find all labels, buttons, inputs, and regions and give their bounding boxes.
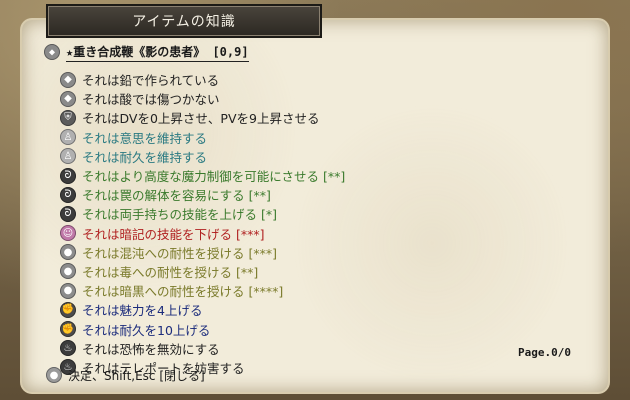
property-text: それは暗黒への耐性を授ける [****]	[82, 284, 284, 300]
property-row[interactable]: ✊ それは魅力を4上げる	[60, 300, 560, 319]
property-row[interactable]: ☺ それは暗記の技能を下げる [***]	[60, 224, 560, 243]
swirl-icon: ᘐ	[60, 167, 76, 184]
property-text: それは酸では傷つかない	[82, 92, 220, 108]
property-text: それは意思を維持する	[82, 130, 208, 146]
fist-icon: ✊	[60, 321, 76, 338]
property-row[interactable]: ⛨ それはDVを0上昇させ、PVを9上昇させる	[60, 108, 560, 127]
diamond-gray-icon: ◆	[44, 44, 60, 60]
property-text: それは耐久を10上げる	[82, 322, 211, 338]
property-row[interactable]: ● それは混沌への耐性を授ける [***]	[60, 243, 560, 262]
property-row[interactable]: ᘐ それは両手持ちの技能を上げる [*]	[60, 204, 560, 223]
property-text: それは暗記の技能を下げる [***]	[82, 226, 265, 242]
property-text: それは混沌への耐性を授ける [***]	[82, 245, 277, 261]
footer-hint-text: 決定、Shift,Esc [閉じる]	[68, 368, 205, 383]
bell-icon: ♙	[60, 148, 76, 165]
orb-gray-icon: ●	[60, 282, 76, 299]
hint-icon: ●	[46, 367, 62, 383]
window-title-text: アイテムの知識	[132, 14, 236, 30]
diamond-gray-icon: ◆	[60, 71, 76, 88]
orb-gray-icon: ●	[60, 263, 76, 280]
page-indicator: Page.0/0	[518, 346, 571, 359]
property-text: それはDVを0上昇させ、PVを9上昇させる	[82, 111, 320, 127]
property-list: ◆ それは鉛で作られている ◆ それは酸では傷つかない ⛨ それはDVを0上昇させ、PVを…	[60, 70, 560, 377]
property-text: それは恐怖を無効にする	[82, 341, 220, 357]
property-row[interactable]: ♙ それは意思を維持する	[60, 128, 560, 147]
property-row[interactable]: ◆ それは酸では傷つかない	[60, 89, 560, 108]
property-row[interactable]: ♨ それは恐怖を無効にする	[60, 339, 560, 358]
property-text: それは両手持ちの技能を上げる [*]	[82, 207, 277, 223]
property-text: それは罠の解体を容易にする [**]	[82, 188, 271, 204]
property-text: それは毒への耐性を授ける [**]	[82, 264, 259, 280]
footer-hint: ● 決定、Shift,Esc [閉じる]	[46, 366, 205, 384]
property-row[interactable]: ◆ それは鉛で作られている	[60, 70, 560, 89]
property-text: それは耐久を維持する	[82, 149, 208, 165]
orb-gray-icon: ●	[60, 244, 76, 261]
property-text: それは魅力を4上げる	[82, 303, 203, 319]
fist-icon: ✊	[60, 301, 76, 318]
flame-icon: ♨	[60, 340, 76, 357]
shield-icon: ⛨	[60, 109, 76, 126]
property-text: それはより高度な魔力制御を可能にさせる [**]	[82, 169, 346, 185]
item-header: ◆ ★重き合成鞭《影の患者》 [0,9]	[44, 43, 249, 62]
swirl-icon: ᘐ	[60, 205, 76, 222]
property-row[interactable]: ● それは毒への耐性を授ける [**]	[60, 262, 560, 281]
diamond-gray-icon: ◆	[60, 90, 76, 107]
property-row[interactable]: ᘐ それはより高度な魔力制御を可能にさせる [**]	[60, 166, 560, 185]
window-title: アイテムの知識	[46, 4, 322, 38]
bell-icon: ♙	[60, 129, 76, 146]
property-row[interactable]: ✊ それは耐久を10上げる	[60, 319, 560, 338]
property-text: それは鉛で作られている	[82, 73, 220, 89]
property-row[interactable]: ♙ それは耐久を維持する	[60, 147, 560, 166]
property-row[interactable]: ᘐ それは罠の解体を容易にする [**]	[60, 185, 560, 204]
item-name: ★重き合成鞭《影の患者》 [0,9]	[66, 43, 249, 62]
swirl-icon: ᘐ	[60, 186, 76, 203]
face-pink-icon: ☺	[60, 225, 76, 242]
property-row[interactable]: ● それは暗黒への耐性を授ける [****]	[60, 281, 560, 300]
